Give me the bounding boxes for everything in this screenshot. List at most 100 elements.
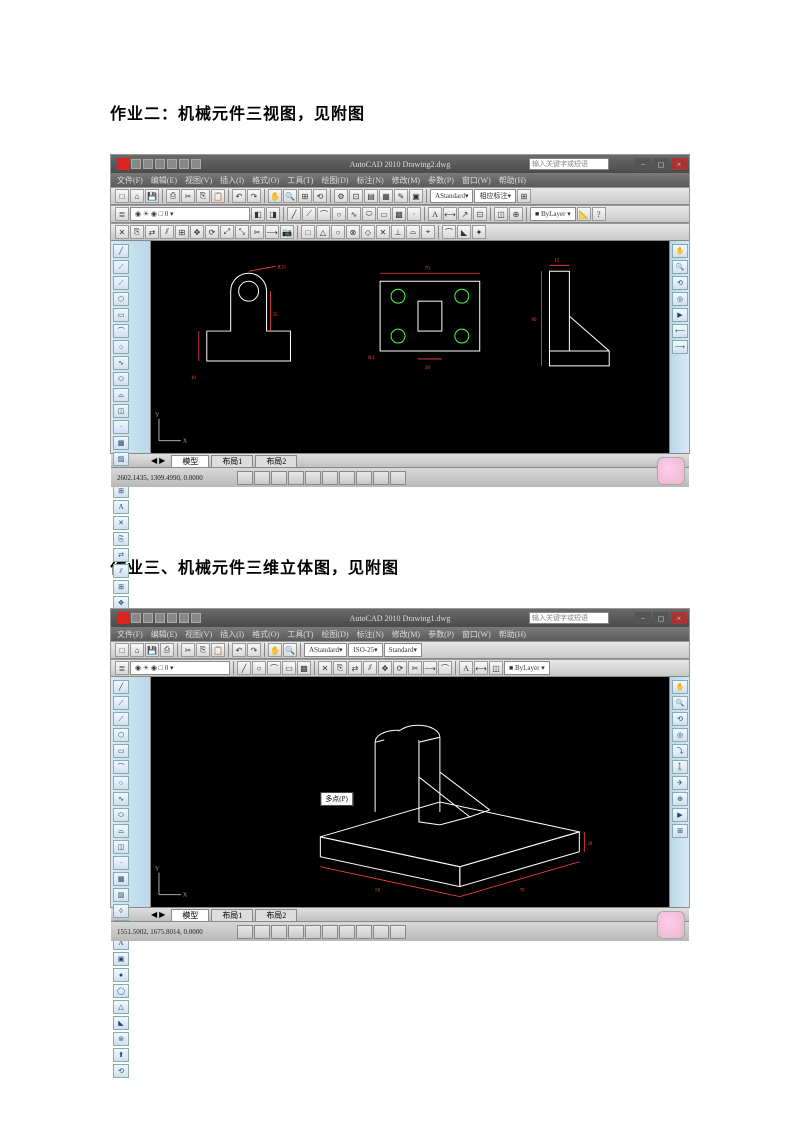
- tb-fillet-icon[interactable]: ⌒: [438, 661, 452, 675]
- tb-osnap-node-icon[interactable]: ⊗: [346, 225, 360, 239]
- drawing-canvas-2[interactable]: 70 50 20 多点(P) XY: [151, 677, 669, 907]
- tb-layer-iso-icon[interactable]: ◧: [251, 207, 265, 221]
- tb-open-icon[interactable]: ⌂: [130, 189, 144, 203]
- search-input[interactable]: 输入关键字或短语: [529, 158, 609, 170]
- tb-osnap-tan-icon[interactable]: ⌓: [406, 225, 420, 239]
- menu-tools[interactable]: 工具(T): [287, 175, 313, 186]
- tb-camera-icon[interactable]: 📷: [280, 225, 294, 239]
- status-otrack-button[interactable]: [322, 925, 338, 939]
- tool-block-icon[interactable]: ◫: [113, 404, 129, 418]
- menu-file[interactable]: 文件(F): [117, 175, 143, 186]
- tool-sphere-icon[interactable]: ●: [113, 968, 129, 982]
- tb-paste-icon[interactable]: 📋: [211, 189, 225, 203]
- tool-arc-icon[interactable]: ⌒: [113, 324, 129, 338]
- tb-scale-icon[interactable]: ⤢: [220, 225, 234, 239]
- menu-edit[interactable]: 编辑(E): [151, 629, 177, 640]
- status-polar-button[interactable]: [288, 925, 304, 939]
- tool-block-icon[interactable]: ◫: [113, 840, 129, 854]
- nav-zoom-icon[interactable]: 🔍: [672, 696, 688, 710]
- nav-pan-icon[interactable]: ✋: [672, 680, 688, 694]
- menu-parametric[interactable]: 参数(P): [428, 175, 454, 186]
- status-osnap-button[interactable]: [305, 925, 321, 939]
- menu-parametric[interactable]: 参数(P): [428, 629, 454, 640]
- menu-window[interactable]: 窗口(W): [462, 629, 491, 640]
- tb-pline-icon[interactable]: ⟋: [302, 207, 316, 221]
- tool-spline-icon[interactable]: ∿: [113, 356, 129, 370]
- tb-block-icon[interactable]: ◫: [494, 207, 508, 221]
- qat-save-icon[interactable]: [155, 613, 165, 623]
- nav-fly-icon[interactable]: ✈: [672, 776, 688, 790]
- status-snap-button[interactable]: [237, 471, 253, 485]
- tool-extrude-icon[interactable]: ⬆: [113, 1048, 129, 1062]
- tb-mtext-icon[interactable]: A: [459, 661, 473, 675]
- qat-undo-icon[interactable]: [167, 613, 177, 623]
- tool-mtext-icon[interactable]: A: [113, 500, 129, 514]
- status-otrack-button[interactable]: [322, 471, 338, 485]
- menu-tools[interactable]: 工具(T): [287, 629, 313, 640]
- tb-erase-icon[interactable]: ✕: [318, 661, 332, 675]
- tb-table-style-dropdown[interactable]: Standard ▾: [384, 643, 422, 657]
- tool-mirror-icon[interactable]: ⇄: [113, 548, 129, 562]
- tb-rectangle-icon[interactable]: ▭: [377, 207, 391, 221]
- tb-mirror-icon[interactable]: ⇄: [145, 225, 159, 239]
- tool-polygon-icon[interactable]: ⬡: [113, 292, 129, 306]
- status-qp-button[interactable]: [390, 471, 406, 485]
- menu-edit[interactable]: 编辑(E): [151, 175, 177, 186]
- menu-help[interactable]: 帮助(H): [499, 629, 526, 640]
- menu-help[interactable]: 帮助(H): [499, 175, 526, 186]
- tool-point-icon[interactable]: ·: [113, 420, 129, 434]
- tool-spline-icon[interactable]: ∿: [113, 792, 129, 806]
- nav-motion-icon[interactable]: ▶: [672, 808, 688, 822]
- tool-cone-icon[interactable]: △: [113, 1000, 129, 1014]
- tool-circle-icon[interactable]: ○: [113, 776, 129, 790]
- status-dyn-button[interactable]: [356, 925, 372, 939]
- tb-layer-props-icon[interactable]: ≣: [115, 661, 129, 675]
- nav-back-icon[interactable]: ⟵: [672, 324, 688, 338]
- tool-cyl-icon[interactable]: ◯: [113, 984, 129, 998]
- tb-extend-icon[interactable]: ⟶: [265, 225, 279, 239]
- tb-pan-icon[interactable]: ✋: [268, 189, 282, 203]
- tool-rect-icon[interactable]: ▭: [113, 308, 129, 322]
- tb-point-icon[interactable]: ·: [407, 207, 421, 221]
- tool-box-icon[interactable]: ▣: [113, 952, 129, 966]
- tb-save-icon[interactable]: 💾: [145, 643, 159, 657]
- tab-layout2[interactable]: 布局2: [255, 455, 297, 467]
- tb-circle-icon[interactable]: ○: [252, 661, 266, 675]
- tb-insert-icon[interactable]: ⊕: [509, 207, 523, 221]
- tb-new-icon[interactable]: □: [115, 189, 129, 203]
- nav-walk-icon[interactable]: 🚶: [672, 760, 688, 774]
- tool-line-icon[interactable]: ╱: [113, 244, 129, 258]
- nav-orbit-icon[interactable]: ⟲: [672, 276, 688, 290]
- tb-hatch-icon[interactable]: ▩: [297, 661, 311, 675]
- tb-spline-icon[interactable]: ∿: [347, 207, 361, 221]
- tool-pline-icon[interactable]: ⟋: [113, 712, 129, 726]
- tool-revolve-icon[interactable]: ⟲: [113, 1064, 129, 1078]
- tb-cut-icon[interactable]: ✂: [181, 189, 195, 203]
- tool-hatch-icon[interactable]: ▩: [113, 436, 129, 450]
- tb-osnap-mid-icon[interactable]: △: [316, 225, 330, 239]
- tb-explode-icon[interactable]: ✦: [472, 225, 486, 239]
- nav-pan-icon[interactable]: ✋: [672, 244, 688, 258]
- tool-copy-icon[interactable]: ⎘: [113, 532, 129, 546]
- tb-redo-icon[interactable]: ↷: [247, 189, 261, 203]
- tb-dim-style-dropdown[interactable]: ISO-25 ▾: [348, 643, 382, 657]
- tb-layer-dropdown[interactable]: ◉ ☀ ◉ □ 0 ▾: [130, 661, 230, 675]
- tb-erase-icon[interactable]: ✕: [115, 225, 129, 239]
- tb-undo-icon[interactable]: ↶: [232, 189, 246, 203]
- tb-table-icon[interactable]: ⊞: [517, 189, 531, 203]
- nav-zoom-icon[interactable]: 🔍: [672, 260, 688, 274]
- nav-steering-icon[interactable]: ◎: [672, 292, 688, 306]
- tool-rect-icon[interactable]: ▭: [113, 744, 129, 758]
- tb-undo-icon[interactable]: ↶: [232, 643, 246, 657]
- tb-color-dropdown[interactable]: ■ ByLayer ▾: [530, 207, 576, 221]
- tb-fillet-icon[interactable]: ⌒: [442, 225, 456, 239]
- tb-zoom-icon[interactable]: 🔍: [283, 643, 297, 657]
- status-polar-button[interactable]: [288, 471, 304, 485]
- tb-line-icon[interactable]: ╱: [237, 661, 251, 675]
- tool-xline-icon[interactable]: ⟋: [113, 260, 129, 274]
- tb-copy2-icon[interactable]: ⎘: [130, 225, 144, 239]
- tb-color-dropdown[interactable]: ■ ByLayer ▾: [504, 661, 550, 675]
- nav-fwd-icon[interactable]: ⟶: [672, 340, 688, 354]
- status-osnap-button[interactable]: [305, 471, 321, 485]
- tb-print-icon[interactable]: ⎙: [160, 643, 174, 657]
